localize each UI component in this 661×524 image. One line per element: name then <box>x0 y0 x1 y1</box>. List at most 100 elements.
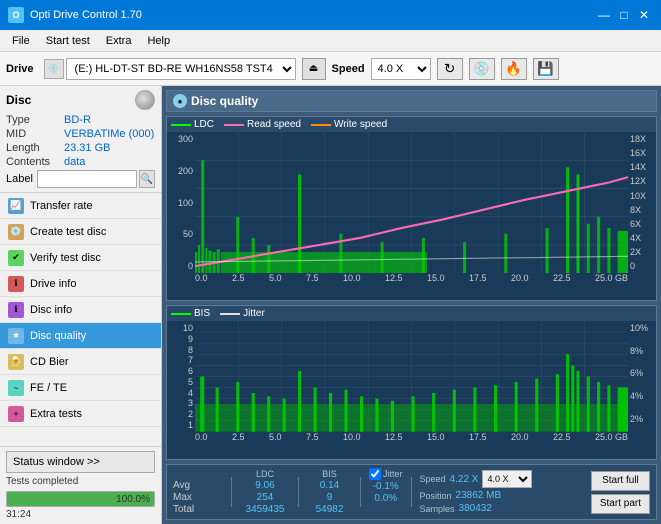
disc-length-row: Length 23.31 GB <box>6 142 155 154</box>
nav-label-disc-quality: Disc quality <box>30 330 86 342</box>
stats-jitter-section: Jitter -0.1% 0.0% <box>369 468 403 516</box>
stats-ldc: LDC 9.06 254 3459435 <box>240 469 290 515</box>
disc-contents-value: data <box>64 156 85 168</box>
disc-mid-row: MID VERBATIMe (000) <box>6 128 155 140</box>
disc-quality-icon: ★ <box>8 328 24 344</box>
content-area: ● Disc quality LDC Read speed Write spee… <box>162 86 661 524</box>
chart2-plot <box>195 321 628 432</box>
status-bar: 100.0% <box>6 491 155 507</box>
disc-mid-label: MID <box>6 128 64 140</box>
status-time: 31:24 <box>6 509 31 520</box>
position-row: Position 23862 MB <box>420 490 533 501</box>
sidebar: Disc Type BD-R MID VERBATIMe (000) Lengt… <box>0 86 162 524</box>
disc-panel-header: Disc <box>6 90 155 110</box>
disc-length-value: 23.31 GB <box>64 142 110 154</box>
disc-contents-row: Contents data <box>6 156 155 168</box>
status-percent: 100.0% <box>116 492 150 507</box>
drive-select[interactable]: (E:) HL-DT-ST BD-RE WH16NS58 TST4 <box>66 58 296 80</box>
label-row: Label 🔍 <box>6 170 155 188</box>
ldc-avg: 9.06 <box>240 480 290 491</box>
legend-write-speed-label: Write speed <box>334 119 387 130</box>
chart2-svg <box>195 321 628 432</box>
content-title: Disc quality <box>191 94 258 108</box>
chart2-x-axis: 0.0 2.5 5.0 7.5 10.0 12.5 15.0 17.5 20.0… <box>167 432 656 448</box>
speed-label: Speed <box>420 474 446 484</box>
stats-sep2 <box>298 477 299 507</box>
nav-label-cd-bier: CD Bier <box>30 356 69 368</box>
sidebar-item-transfer-rate[interactable]: 📈 Transfer rate <box>0 193 161 219</box>
bis-avg: 0.14 <box>307 480 352 491</box>
sidebar-item-disc-quality[interactable]: ★ Disc quality <box>0 323 161 349</box>
status-window-btn[interactable]: Status window >> <box>6 451 155 473</box>
sidebar-item-cd-bier[interactable]: 🍺 CD Bier <box>0 349 161 375</box>
close-button[interactable]: ✕ <box>635 6 653 24</box>
chart2-y-axis-left: 10 9 8 7 6 5 4 3 2 1 <box>167 321 195 432</box>
title-bar-controls: — □ ✕ <box>595 6 653 24</box>
minimize-button[interactable]: — <box>595 6 613 24</box>
bis-header: BIS <box>307 469 352 479</box>
menu-file[interactable]: File <box>4 33 38 49</box>
stats-bis: BIS 0.14 9 54982 <box>307 469 352 515</box>
chart1-y-axis-left: 300 200 100 50 0 <box>167 132 195 273</box>
chart1-legend: LDC Read speed Write speed <box>167 117 656 132</box>
legend-bis: BIS <box>171 308 210 319</box>
eject-button[interactable]: ⏏ <box>302 58 326 80</box>
refresh-button[interactable]: ↻ <box>437 58 463 80</box>
sidebar-item-fe-te[interactable]: ~ FE / TE <box>0 375 161 401</box>
bis-total: 54982 <box>307 504 352 515</box>
drive-label: Drive <box>6 63 34 75</box>
sidebar-item-extra-tests[interactable]: + Extra tests <box>0 401 161 427</box>
sidebar-item-disc-info[interactable]: ℹ Disc info <box>0 297 161 323</box>
legend-bis-label: BIS <box>194 308 210 319</box>
status-text: Tests completed <box>6 476 78 487</box>
app-icon: O <box>8 7 24 23</box>
menu-help[interactable]: Help <box>139 33 178 49</box>
jitter-total <box>369 505 403 516</box>
create-test-disc-icon: 💿 <box>8 224 24 240</box>
speed-value: 4.22 X <box>450 474 479 485</box>
disc-type-value: BD-R <box>64 114 91 126</box>
disc-section-label: Disc <box>6 93 31 107</box>
extra-tests-icon: + <box>8 406 24 422</box>
start-buttons: Start full Start part <box>591 471 650 514</box>
bis-max: 9 <box>307 492 352 503</box>
burn-button[interactable]: 🔥 <box>501 58 527 80</box>
nav-label-create-test-disc: Create test disc <box>30 226 106 238</box>
disc-button[interactable]: 💿 <box>469 58 495 80</box>
menu-extra[interactable]: Extra <box>98 33 140 49</box>
legend-bis-color <box>171 313 191 315</box>
label-icon-btn[interactable]: 🔍 <box>139 170 155 188</box>
stats-speed-pos: Speed 4.22 X 4.0 X Position 23862 MB Sam… <box>420 470 533 514</box>
legend-ldc-color <box>171 124 191 126</box>
maximize-button[interactable]: □ <box>615 6 633 24</box>
label-input[interactable] <box>37 170 137 188</box>
ldc-total: 3459435 <box>240 504 290 515</box>
stats-sep1 <box>231 477 232 507</box>
sidebar-item-drive-info[interactable]: ℹ Drive info <box>0 271 161 297</box>
menu-start-test[interactable]: Start test <box>38 33 98 49</box>
legend-write-speed-color <box>311 124 331 126</box>
nav-label-extra-tests: Extra tests <box>30 408 82 420</box>
save-button[interactable]: 💾 <box>533 58 559 80</box>
start-part-button[interactable]: Start part <box>591 494 650 514</box>
disc-length-label: Length <box>6 142 64 154</box>
sidebar-item-verify-test-disc[interactable]: ✔ Verify test disc <box>0 245 161 271</box>
title-bar: O Opti Drive Control 1.70 — □ ✕ <box>0 0 661 30</box>
speed-select[interactable]: 4.0 X <box>371 58 431 80</box>
stats-sep3 <box>360 477 361 507</box>
fe-te-icon: ~ <box>8 380 24 396</box>
legend-jitter-color <box>220 313 240 315</box>
samples-label: Samples <box>420 504 455 514</box>
legend-read-speed-label: Read speed <box>247 119 301 130</box>
disc-contents-label: Contents <box>6 156 64 168</box>
chart1-container: LDC Read speed Write speed 300 200 100 5… <box>166 116 657 301</box>
jitter-checkbox[interactable] <box>369 468 381 480</box>
content-header-icon: ● <box>173 94 187 108</box>
start-full-button[interactable]: Start full <box>591 471 650 491</box>
jitter-header: Jitter <box>383 469 403 479</box>
nav-label-disc-info: Disc info <box>30 304 72 316</box>
sidebar-item-create-test-disc[interactable]: 💿 Create test disc <box>0 219 161 245</box>
speed-select[interactable]: 4.0 X <box>482 470 532 488</box>
disc-panel: Disc Type BD-R MID VERBATIMe (000) Lengt… <box>0 86 161 193</box>
nav-label-verify-test-disc: Verify test disc <box>30 252 101 264</box>
